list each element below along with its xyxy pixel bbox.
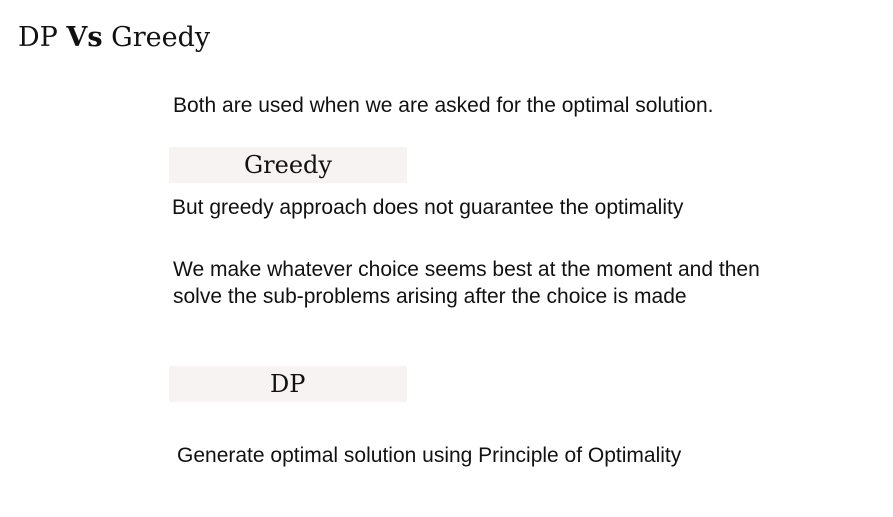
title-greedy: Greedy: [111, 22, 211, 53]
greedy-point-choice-line2: solve the sub-problems arising after the…: [173, 285, 687, 308]
dp-point-principle: Generate optimal solution using Principl…: [177, 444, 682, 467]
title-dp: DP: [18, 22, 58, 53]
greedy-point-choice-line1: We make whatever choice seems best at th…: [173, 258, 760, 281]
greedy-point-optimality: But greedy approach does not guarantee t…: [172, 196, 684, 219]
greedy-heading-box: Greedy: [169, 147, 407, 183]
intro-text: Both are used when we are asked for the …: [173, 94, 714, 117]
dp-heading-box: DP: [169, 366, 407, 402]
dp-heading: DP: [270, 370, 306, 398]
greedy-heading: Greedy: [244, 151, 332, 179]
slide-title: DP Vs Greedy: [18, 20, 210, 56]
title-vs: Vs: [66, 22, 103, 53]
